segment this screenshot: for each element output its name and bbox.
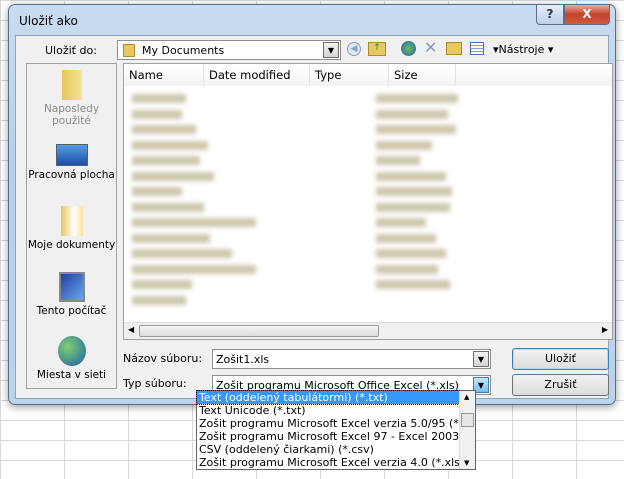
- cancel-button[interactable]: Zrušiť: [512, 374, 609, 396]
- blurred-file-entry[interactable]: [376, 109, 448, 119]
- chevron-down-icon[interactable]: ▼: [323, 42, 339, 58]
- blurred-file-entry[interactable]: [376, 202, 450, 212]
- recent-folder-icon: [61, 70, 82, 100]
- place-computer[interactable]: Tento počítač: [27, 272, 116, 317]
- column-date-modified[interactable]: Date modified: [204, 64, 310, 86]
- blurred-file-entry[interactable]: [376, 280, 450, 289]
- help-button[interactable]: ?: [536, 5, 564, 25]
- place-desktop[interactable]: Pracovná plocha: [27, 144, 116, 181]
- blurred-file-entry[interactable]: [132, 187, 182, 196]
- back-icon[interactable]: ◀: [347, 42, 361, 56]
- blurred-file-entry[interactable]: [132, 202, 204, 212]
- scroll-right-icon[interactable]: ▶: [602, 325, 608, 334]
- save-button[interactable]: Uložiť: [512, 348, 609, 370]
- blurred-file-entry[interactable]: [376, 125, 456, 134]
- location-value: My Documents: [142, 44, 225, 57]
- scrollbar-thumb[interactable]: [461, 413, 474, 427]
- column-size[interactable]: Size: [389, 64, 456, 86]
- dropdown-option[interactable]: Zošit programu Microsoft Excel verzia 5.…: [197, 417, 459, 430]
- dropdown-option[interactable]: Text (oddelený tabulátormi) (*.txt): [196, 390, 460, 405]
- delete-icon[interactable]: ✕: [424, 38, 437, 57]
- location-select[interactable]: My Documents ▼: [117, 40, 341, 60]
- horizontal-scrollbar[interactable]: ◀ ▶: [124, 322, 612, 339]
- up-folder-icon[interactable]: ↑: [368, 42, 386, 56]
- blurred-file-entry[interactable]: [376, 156, 420, 165]
- close-button[interactable]: X: [564, 5, 610, 25]
- place-label: Tento počítač: [36, 305, 107, 317]
- dropdown-option[interactable]: Zošit programu Microsoft Excel verzia 4.…: [197, 456, 459, 469]
- dropdown-scrollbar[interactable]: ▲ ▼: [459, 391, 475, 469]
- scrollbar-thumb[interactable]: [139, 325, 379, 337]
- blurred-file-entry[interactable]: [132, 140, 208, 150]
- new-folder-icon[interactable]: [446, 42, 462, 55]
- network-icon: [57, 336, 86, 366]
- blurred-file-entry[interactable]: [376, 233, 436, 243]
- dropdown-option[interactable]: Zošit programu Microsoft Excel 97 - Exce…: [197, 430, 459, 443]
- computer-icon: [58, 272, 85, 302]
- filetype-dropdown-list[interactable]: Text (oddelený tabulátormi) (*.txt) Text …: [196, 390, 476, 470]
- blurred-file-entry[interactable]: [376, 264, 438, 274]
- blurred-file-entry[interactable]: [376, 94, 458, 103]
- column-name[interactable]: Name: [124, 64, 204, 86]
- places-bar: Naposledy použité Pracovná plocha Moje d…: [26, 63, 117, 389]
- place-label: Naposledy použité: [43, 103, 100, 127]
- filename-value: Zošit1.xls: [216, 353, 270, 366]
- scroll-down-icon[interactable]: ▼: [464, 459, 469, 467]
- place-label: Miesta v sieti: [36, 369, 107, 381]
- blurred-file-entry[interactable]: [132, 249, 232, 258]
- blurred-file-entry[interactable]: [132, 109, 182, 119]
- filetype-label: Typ súboru:: [123, 377, 187, 390]
- place-documents[interactable]: Moje dokumenty: [27, 206, 116, 251]
- blurred-file-entry[interactable]: [132, 156, 200, 165]
- scroll-up-icon[interactable]: ▲: [464, 393, 469, 401]
- save-as-dialog: Uložiť ako ? X Uložiť do: My Documents ▼…: [8, 4, 616, 405]
- folder-icon: [123, 44, 135, 57]
- chevron-down-icon[interactable]: ▼: [473, 351, 489, 367]
- blurred-file-entry[interactable]: [132, 264, 256, 274]
- dropdown-option[interactable]: Text Unicode (*.txt): [197, 404, 459, 417]
- dialog-body: Uložiť do: My Documents ▼ ◀ ↑ ✕ ▾Nástroj…: [15, 35, 613, 399]
- dialog-title: Uložiť ako: [19, 14, 78, 28]
- scroll-left-icon[interactable]: ◀: [128, 325, 134, 334]
- filename-label: Názov súboru:: [123, 352, 203, 365]
- blurred-file-entry[interactable]: [132, 233, 210, 243]
- views-icon[interactable]: [470, 42, 484, 55]
- tools-menu[interactable]: ▾Nástroje ▾: [493, 43, 553, 56]
- file-list[interactable]: Name Date modified Type Size ◀ ▶: [123, 63, 613, 340]
- blurred-file-entry[interactable]: [376, 187, 452, 196]
- save-in-label: Uložiť do:: [45, 44, 97, 57]
- place-recent[interactable]: Naposledy použité: [27, 70, 116, 127]
- column-filler: [456, 64, 612, 86]
- dropdown-option[interactable]: CSV (oddelený čiarkami) (*.csv): [197, 443, 459, 456]
- documents-folder-icon: [60, 206, 83, 236]
- blurred-file-entry[interactable]: [132, 280, 192, 289]
- blurred-file-entry[interactable]: [376, 218, 426, 227]
- desktop-icon: [55, 144, 88, 166]
- blurred-file-entry[interactable]: [376, 171, 446, 181]
- blurred-file-entry[interactable]: [132, 94, 186, 103]
- blurred-file-entry[interactable]: [376, 249, 446, 258]
- blurred-file-entry[interactable]: [376, 140, 432, 150]
- blurred-file-entry[interactable]: [132, 171, 214, 181]
- place-network[interactable]: Miesta v sieti: [27, 336, 116, 381]
- blurred-file-entry[interactable]: [132, 295, 186, 305]
- column-type[interactable]: Type: [310, 64, 389, 86]
- blurred-file-entry[interactable]: [132, 218, 256, 227]
- tools-label: Nástroje: [498, 43, 545, 56]
- place-label: Moje dokumenty: [27, 239, 116, 251]
- place-label: Pracovná plocha: [28, 169, 115, 181]
- filename-input[interactable]: Zošit1.xls ▼: [212, 349, 491, 369]
- search-web-icon[interactable]: [401, 41, 416, 56]
- blurred-file-entry[interactable]: [132, 125, 196, 134]
